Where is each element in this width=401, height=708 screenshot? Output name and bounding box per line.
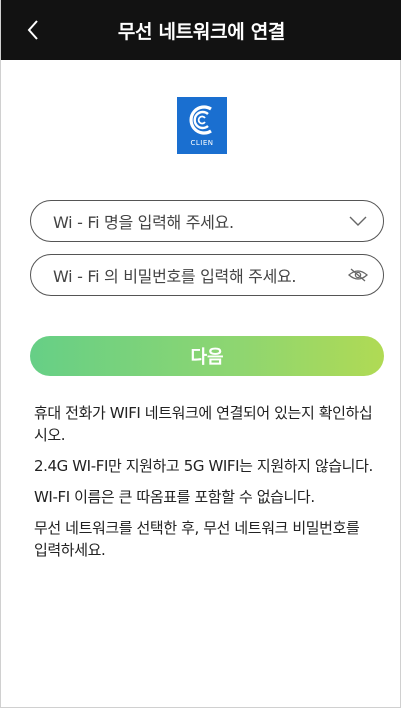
note-item: 2.4G WI-FI만 지원하고 5G WIFI는 지원하지 않습니다.	[34, 457, 373, 475]
wifi-password-placeholder: Wi - Fi 의 비밀번호를 입력해 주세요.	[53, 267, 297, 286]
app-screen: 무선 네트워크에 연결 CLIEN Wi - Fi 명을 입력해 주세요. Wi…	[0, 0, 401, 708]
page-title: 무선 네트워크에 연결	[117, 21, 286, 43]
note-item: 무선 네트워크를 선택한 후, 무선 네트워크 비밀번호를 입력하세요.	[34, 519, 360, 559]
next-button[interactable]: 다음	[30, 336, 384, 376]
chevron-down-icon	[349, 216, 367, 226]
connection-notes: 휴대 전화가 WIFI 네트워크에 연결되어 있는지 확인하십시오. 2.4G …	[34, 402, 374, 570]
wifi-name-placeholder: Wi - Fi 명을 입력해 주세요.	[53, 213, 234, 232]
wifi-password-field[interactable]: Wi - Fi 의 비밀번호를 입력해 주세요.	[30, 254, 384, 296]
logo-text: CLIEN	[190, 139, 214, 147]
note-item: 휴대 전화가 WIFI 네트워크에 연결되어 있는지 확인하십시오.	[34, 404, 373, 444]
clien-logo-mark-icon	[189, 105, 212, 135]
toggle-password-visibility[interactable]	[347, 266, 369, 284]
note-item: WI-FI 이름은 큰 따옴표를 포함할 수 없습니다.	[34, 488, 315, 506]
clien-logo: CLIEN	[177, 97, 227, 154]
top-bar: 무선 네트워크에 연결	[1, 0, 401, 60]
eye-off-icon	[348, 268, 368, 282]
wifi-name-field[interactable]: Wi - Fi 명을 입력해 주세요.	[30, 200, 384, 242]
wifi-list-dropdown[interactable]	[347, 212, 369, 230]
